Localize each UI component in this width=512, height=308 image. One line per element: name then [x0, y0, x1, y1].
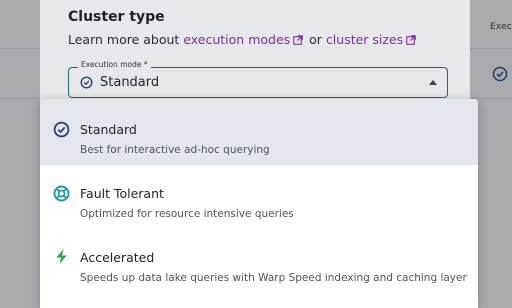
conjunction-text: or — [309, 32, 322, 47]
external-link-icon — [293, 35, 303, 45]
check-circle-icon — [492, 66, 508, 82]
cluster-sizes-link[interactable]: cluster sizes — [326, 32, 418, 47]
dialog-intro: Learn more about execution modes or clus… — [68, 32, 418, 47]
option-title: Fault Tolerant — [80, 186, 164, 201]
lifebuoy-icon — [53, 185, 70, 202]
lightning-icon — [56, 248, 67, 265]
option-description: Speeds up data lake queries with Warp Sp… — [80, 272, 467, 284]
option-description: Best for interactive ad-hoc querying — [80, 144, 270, 156]
intro-text: Learn more about — [68, 32, 180, 47]
execution-modes-link[interactable]: execution modes — [183, 32, 305, 47]
execution-mode-value: Standard — [100, 75, 160, 90]
execution-mode-menu: Standard Best for interactive ad-hoc que… — [40, 99, 478, 308]
menu-option-standard[interactable]: Standard Best for interactive ad-hoc que… — [40, 99, 478, 165]
option-title: Accelerated — [80, 250, 155, 265]
external-link-icon — [406, 35, 416, 45]
column-header: Exec — [490, 22, 512, 32]
execution-mode-label: Execution mode * — [78, 60, 151, 69]
dialog-title: Cluster type — [68, 9, 165, 25]
check-circle-icon — [80, 76, 93, 89]
menu-option-accelerated[interactable]: Accelerated Speeds up data lake queries … — [40, 231, 478, 297]
option-title: Standard — [80, 122, 137, 137]
check-circle-icon — [53, 121, 70, 138]
option-description: Optimized for resource intensive queries — [80, 208, 294, 220]
chevron-up-icon[interactable] — [429, 80, 437, 85]
menu-option-fault-tolerant[interactable]: Fault Tolerant Optimized for resource in… — [40, 165, 478, 231]
